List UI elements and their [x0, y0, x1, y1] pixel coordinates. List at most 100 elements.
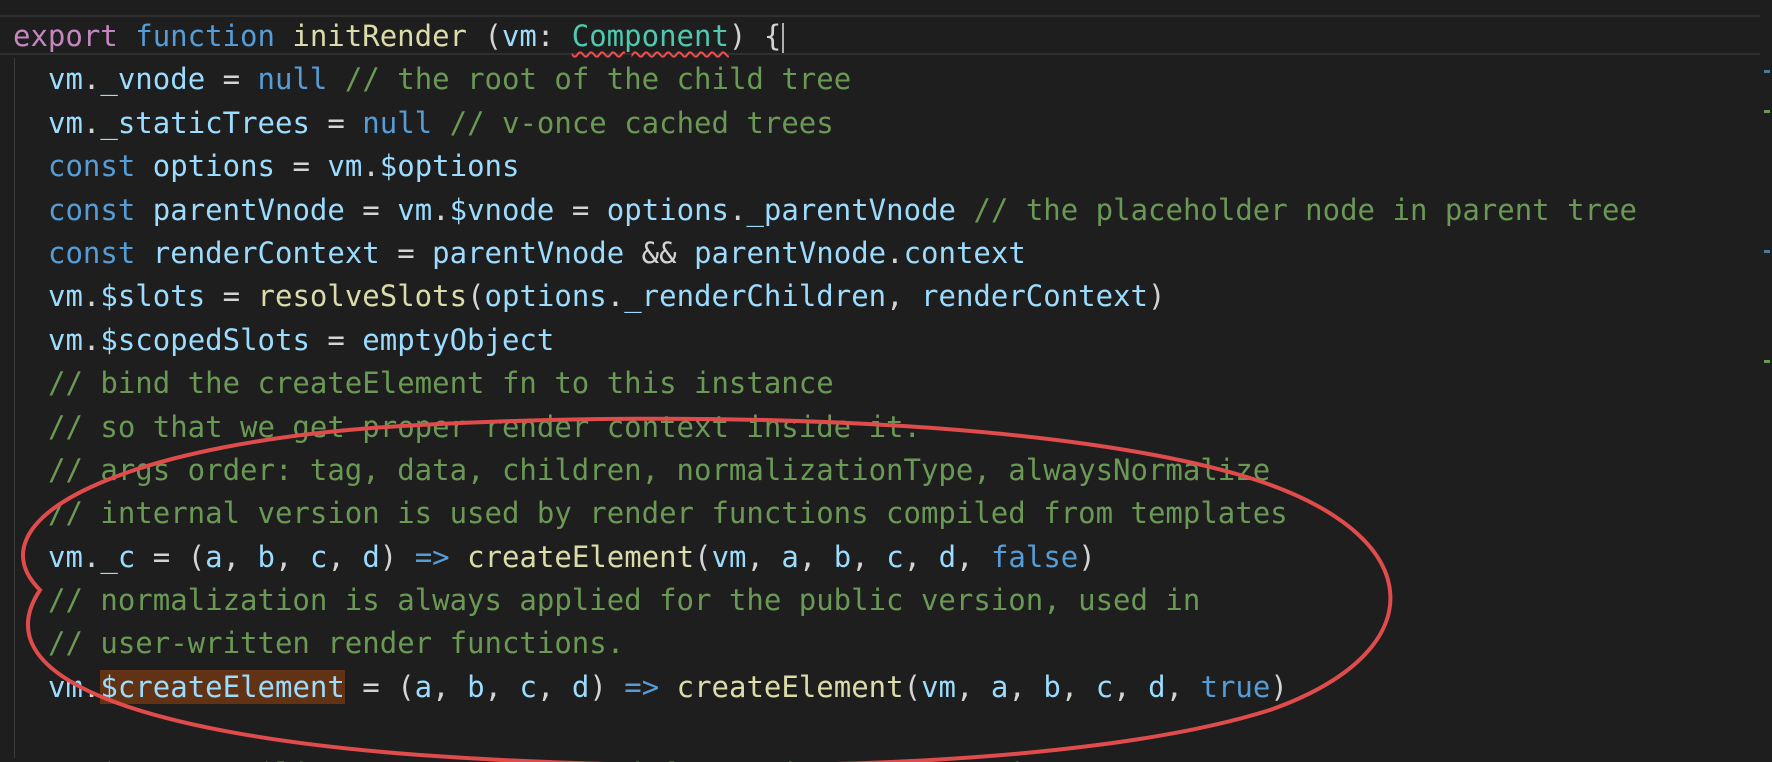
code-token: $options — [379, 149, 520, 184]
code-token: = — [205, 62, 258, 97]
code-token: vm — [48, 62, 83, 97]
code-line[interactable]: // internal version is used by render fu… — [0, 492, 1637, 535]
code-line[interactable]: vm._c = (a, b, c, d) => createElement(vm… — [0, 536, 1637, 579]
code-token: $createElement — [100, 669, 345, 704]
code-token: Component — [571, 19, 729, 53]
code-line[interactable]: export function initRender (vm: Componen… — [0, 15, 1637, 58]
code-token: d — [362, 539, 380, 574]
code-token: // bind the createElement fn to this ins… — [48, 366, 834, 401]
code-token: : — [536, 19, 572, 53]
code-token: vm — [327, 149, 363, 184]
code-token: b — [467, 669, 485, 704]
code-line[interactable]: vm.$createElement = (a, b, c, d) => crea… — [0, 666, 1637, 709]
code-token: = — [309, 322, 363, 357]
code-token: a — [781, 539, 799, 574]
text-cursor — [782, 23, 785, 53]
code-token: _staticTrees — [100, 105, 310, 140]
code-token: c — [886, 539, 904, 574]
code-line[interactable]: vm._vnode = null // the root of the chil… — [0, 58, 1637, 101]
code-token: . — [82, 105, 101, 140]
code-token: , — [798, 539, 834, 574]
code-token: . — [886, 235, 904, 270]
code-token: renderContext — [152, 235, 380, 270]
code-token: vm — [921, 669, 956, 704]
code-token: , — [1165, 669, 1201, 704]
code-line[interactable]: // $attrs & $listeners are exposed for e… — [0, 753, 1637, 762]
code-token: c — [1095, 669, 1114, 704]
code-token: ) — [589, 669, 625, 704]
scrollbar-marker — [1764, 250, 1770, 253]
code-token: . — [432, 192, 450, 227]
code-token: . — [729, 192, 747, 227]
code-token: = — [205, 279, 258, 314]
code-token: , — [327, 539, 363, 574]
code-line[interactable]: vm.$slots = resolveSlots(options._render… — [0, 275, 1637, 318]
code-token: ( — [694, 539, 712, 574]
code-token: $vnode — [449, 192, 555, 227]
code-token: => — [414, 539, 450, 574]
code-token: d — [571, 669, 590, 704]
code-token: _renderChildren — [624, 279, 887, 314]
code-line[interactable]: // bind the createElement fn to this ins… — [0, 362, 1637, 405]
code-token: vm — [48, 105, 83, 140]
code-token: = ( — [344, 669, 415, 704]
code-token: ) — [379, 539, 415, 574]
code-line[interactable] — [0, 709, 1637, 752]
code-line[interactable]: // normalization is always applied for t… — [0, 579, 1637, 622]
code-line[interactable]: const options = vm.$options — [0, 145, 1637, 188]
code-token: , — [536, 669, 572, 704]
code-token: parentVnode — [152, 192, 345, 227]
code-token: , — [432, 669, 468, 704]
code-token: $scopedSlots — [100, 322, 310, 357]
code-token: function — [135, 19, 275, 53]
code-token: vm — [48, 669, 83, 704]
code-token: true — [1200, 669, 1271, 704]
code-token: $slots — [100, 279, 206, 314]
code-token: // the root of the child tree — [344, 62, 852, 97]
code-token: a — [414, 669, 433, 704]
code-line[interactable]: const renderContext = parentVnode && par… — [0, 232, 1637, 275]
scrollbar-marker — [1764, 110, 1770, 113]
code-token: parentVnode — [694, 235, 887, 270]
code-token: = — [379, 235, 433, 270]
code-token: = — [554, 192, 607, 227]
code-token: false — [990, 539, 1079, 574]
editor-scrollbar[interactable] — [1762, 0, 1772, 762]
code-token: , — [956, 539, 991, 574]
code-token: . — [82, 322, 101, 357]
code-line[interactable]: const parentVnode = vm.$vnode = options.… — [0, 189, 1637, 232]
code-line[interactable]: // so that we get proper render context … — [0, 406, 1637, 449]
code-token: , — [484, 669, 520, 704]
code-token: c — [519, 669, 537, 704]
code-token: , — [851, 539, 887, 574]
code-token: a — [205, 539, 223, 574]
code-token: renderContext — [921, 279, 1149, 314]
code-token: = ( — [135, 539, 206, 574]
code-token: ( — [903, 669, 922, 704]
code-editor[interactable]: export function initRender (vm: Componen… — [0, 0, 1772, 762]
code-token: d — [1148, 669, 1166, 704]
code-line[interactable]: vm.$scopedSlots = emptyObject — [0, 319, 1637, 362]
code-token: resolveSlots — [257, 279, 468, 314]
code-line[interactable]: vm._staticTrees = null // v-once cached … — [0, 102, 1637, 145]
code-token: , — [275, 539, 310, 574]
code-line[interactable]: // user-written render functions. — [0, 622, 1637, 665]
code-token: a — [990, 669, 1009, 704]
code-token: const — [48, 192, 136, 227]
code-token: // v-once cached trees — [449, 105, 834, 140]
code-token: createElement — [467, 539, 695, 574]
code-token: vm — [48, 322, 83, 357]
code-token: b — [257, 539, 276, 574]
code-token: b — [833, 539, 852, 574]
code-token: createElement — [676, 669, 904, 704]
code-token: . — [362, 149, 380, 184]
code-token: , — [886, 279, 922, 314]
code-lines[interactable]: export function initRender (vm: Componen… — [0, 15, 1637, 762]
code-line[interactable]: // args order: tag, data, children, norm… — [0, 449, 1637, 492]
